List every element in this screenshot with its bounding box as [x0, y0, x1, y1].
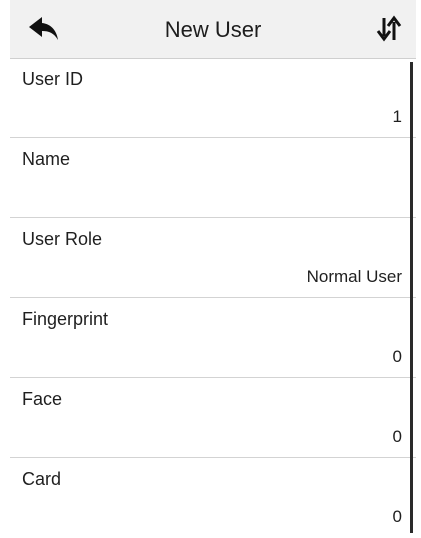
- sort-button[interactable]: [372, 14, 406, 44]
- field-value: 1: [392, 107, 402, 126]
- field-label: Face: [22, 389, 63, 409]
- sort-arrows-icon: [372, 15, 406, 48]
- field-row-fingerprint[interactable]: Fingerprint 0: [10, 299, 416, 378]
- field-value: 0: [392, 347, 402, 366]
- field-row-user-role[interactable]: User Role Normal User: [10, 219, 416, 298]
- title-bar: New User: [10, 0, 416, 59]
- field-value: 0: [392, 507, 402, 526]
- field-label: Fingerprint: [22, 309, 109, 329]
- new-user-screen: New User User ID 1 Name User Role Normal…: [0, 0, 421, 533]
- field-row-name[interactable]: Name: [10, 139, 416, 218]
- field-value: Normal User: [306, 267, 402, 286]
- field-label: Name: [22, 149, 71, 169]
- field-value: 0: [392, 427, 402, 446]
- user-field-list: User ID 1 Name User Role Normal User Fin…: [10, 59, 416, 533]
- page-title: New User: [164, 17, 262, 42]
- field-row-card[interactable]: Card 0: [10, 459, 416, 538]
- field-label: User Role: [22, 229, 103, 249]
- field-label: User ID: [22, 69, 84, 89]
- field-label: Card: [22, 469, 62, 489]
- scrollbar[interactable]: [410, 62, 413, 533]
- field-row-face[interactable]: Face 0: [10, 379, 416, 458]
- field-row-user-id[interactable]: User ID 1: [10, 59, 416, 138]
